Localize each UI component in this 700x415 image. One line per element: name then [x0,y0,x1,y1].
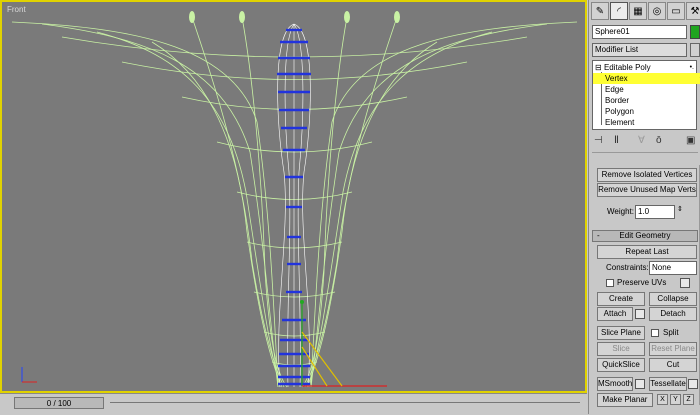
wireframe-model [2,2,585,391]
weight-input[interactable]: 1.0 [635,205,675,219]
remove-unused-map-verts-button[interactable]: Remove Unused Map Verts [597,183,697,197]
attach-settings-icon[interactable] [635,309,645,319]
stack-item-label: Element [605,118,634,127]
slice-button[interactable]: Slice [597,342,645,356]
stack-item-label: Polygon [605,107,634,116]
planar-x-button[interactable]: X [657,394,668,405]
stack-dots-icon: •. [690,62,694,73]
rollout-title: Edit Geometry [619,231,670,240]
stack-item-label: Edge [605,85,624,94]
motion-tab-icon[interactable]: ◎ [648,2,666,20]
cut-button[interactable]: Cut [649,358,697,372]
stack-item-vertex[interactable]: Vertex •. [593,73,700,84]
repeat-last-button[interactable]: Repeat Last [597,245,697,259]
detach-button[interactable]: Detach [649,307,697,321]
front-viewport[interactable]: Front [0,0,587,393]
stack-root-label: Editable Poly [604,63,651,72]
expand-icon[interactable]: ⊟ [595,63,604,72]
stack-item-label: Border [605,96,629,105]
preserve-uvs-checkbox[interactable] [606,279,614,287]
preserve-uvs-label: Preserve UVs [617,278,666,288]
constraints-dropdown[interactable]: None [649,261,697,275]
remove-isolated-vertices-button[interactable]: Remove Isolated Vertices [597,168,697,182]
stack-item-element[interactable]: Element [593,117,700,128]
collapse-sign-icon: - [597,231,600,241]
msmooth-button[interactable]: MSmooth [597,377,633,391]
object-name-field[interactable]: Sphere01 [592,25,687,39]
time-slider[interactable]: 0 / 100 [14,397,104,409]
collapse-button[interactable]: Collapse [649,292,697,306]
time-bar: 0 / 100 [0,393,587,415]
split-label: Split [663,328,679,338]
slice-plane-button[interactable]: Slice Plane [597,326,645,340]
weight-spinner-icon[interactable]: ⇕ [677,205,683,215]
time-track[interactable] [110,402,580,403]
command-panel-tabs: ✎ ◜ ▦ ◎ ▭ ⚒ [591,2,700,24]
hierarchy-tab-icon[interactable]: ▦ [629,2,647,20]
tessellate-settings-icon[interactable] [688,379,698,389]
configure-sets-icon[interactable]: ▣ [686,135,695,146]
stack-item-label: Vertex [605,74,628,83]
edit-geometry-rollout[interactable]: - Edit Geometry [592,230,698,242]
create-tab-icon[interactable]: ✎ [591,2,609,20]
utilities-tab-icon[interactable]: ⚒ [686,2,700,20]
display-tab-icon[interactable]: ▭ [667,2,685,20]
make-planar-button[interactable]: Make Planar [597,393,653,407]
stack-item-polygon[interactable]: Polygon [593,106,700,117]
command-panel: ✎ ◜ ▦ ◎ ▭ ⚒ Sphere01 Modifier List ⊟ Edi… [588,0,700,414]
planar-y-button[interactable]: Y [670,394,681,405]
attach-button[interactable]: Attach [597,307,633,321]
stack-item-edge[interactable]: Edge [593,84,700,95]
tessellate-button[interactable]: Tessellate [649,377,687,391]
modifier-stack: ⊟ Editable Poly •. Vertex •. Edge Border… [592,60,697,130]
object-color-swatch[interactable] [690,25,700,39]
create-button[interactable]: Create [597,292,645,306]
remove-modifier-icon[interactable]: ō [656,135,662,146]
preserve-uvs-settings-icon[interactable] [680,278,690,288]
show-end-result-icon[interactable]: Ⅱ [614,135,619,146]
modifier-list-arrow-icon[interactable] [690,43,700,57]
stack-toolbar: ⊣ Ⅱ ∀ ō ▣ [592,135,700,151]
split-checkbox[interactable] [651,329,659,337]
planar-z-button[interactable]: Z [683,394,694,405]
stack-item-border[interactable]: Border [593,95,700,106]
reset-plane-button[interactable]: Reset Plane [649,342,697,356]
pin-stack-icon[interactable]: ⊣ [594,135,603,146]
modify-tab-icon[interactable]: ◜ [610,2,628,20]
divider [592,152,698,153]
modifier-list-dropdown[interactable]: Modifier List [592,43,687,57]
constraints-label: Constraints: [606,263,649,273]
quickslice-button[interactable]: QuickSlice [597,358,645,372]
msmooth-settings-icon[interactable] [635,379,645,389]
stack-root[interactable]: ⊟ Editable Poly •. [593,62,698,73]
weight-label: Weight: [607,207,634,217]
make-unique-icon[interactable]: ∀ [638,135,645,146]
